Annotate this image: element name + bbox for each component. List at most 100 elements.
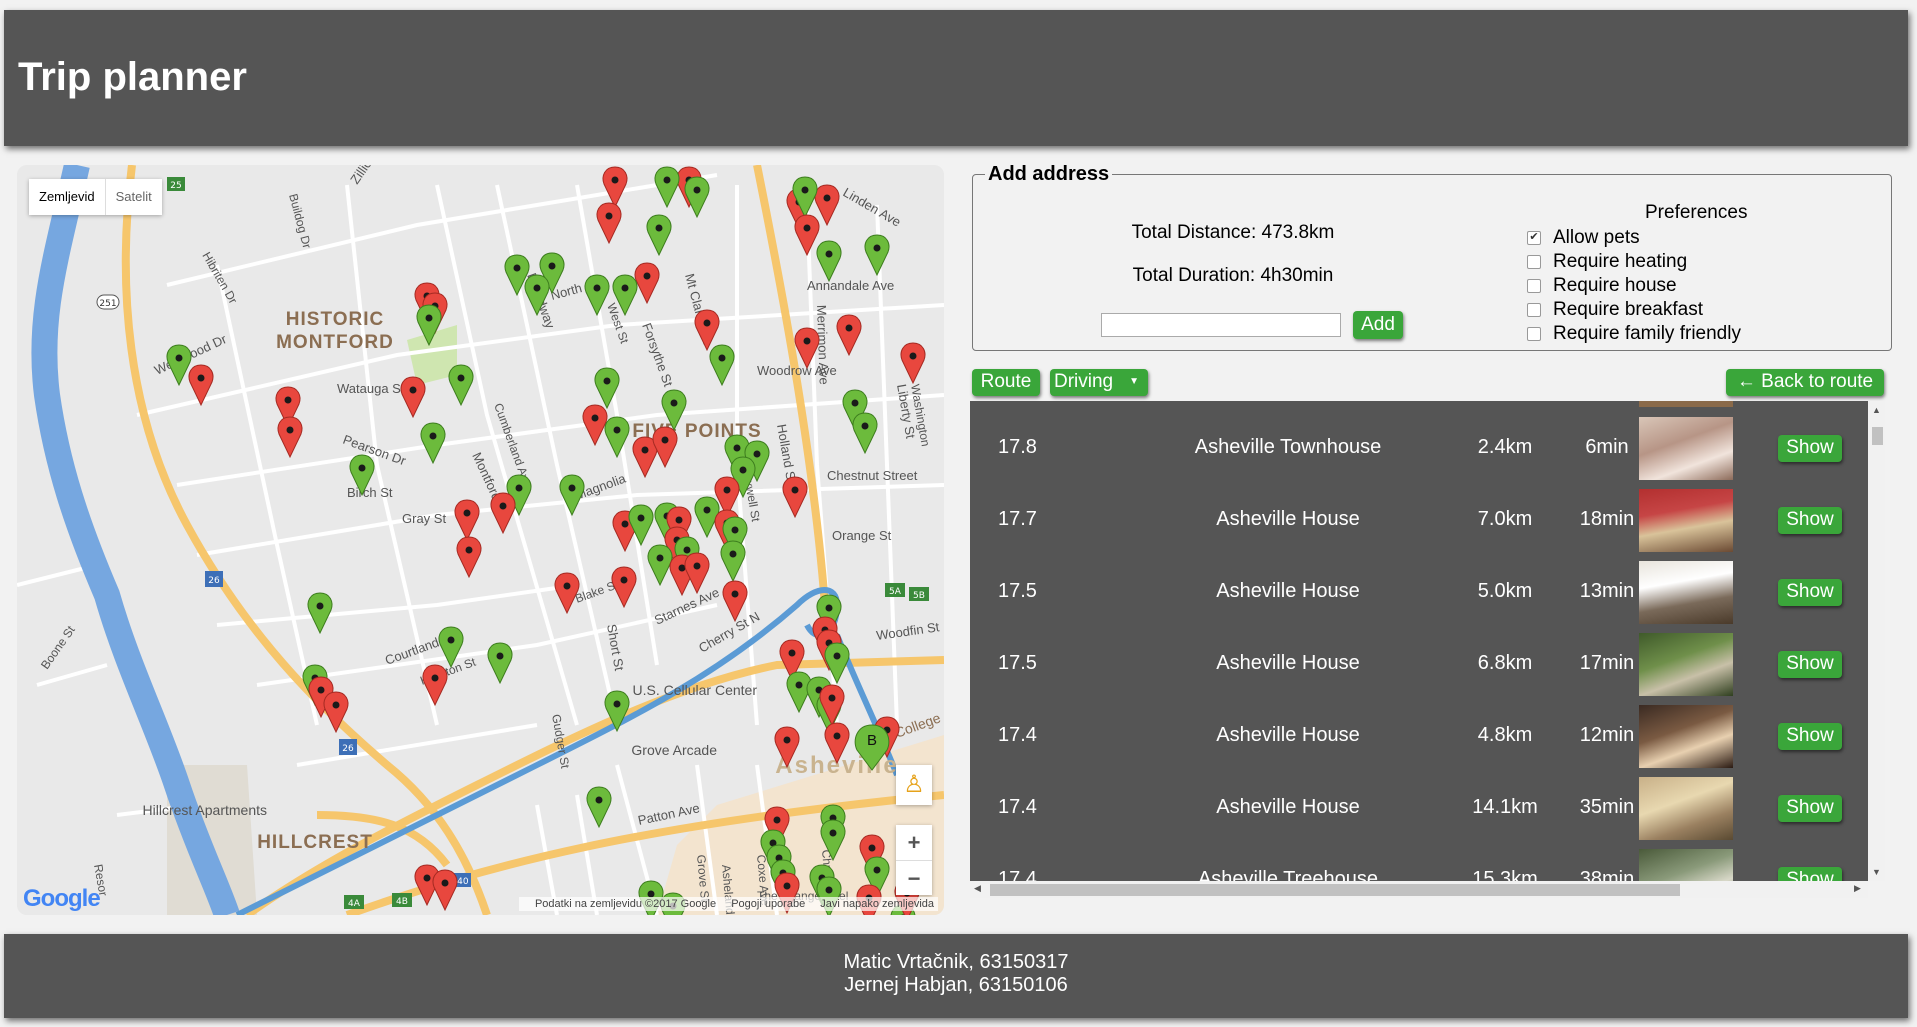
svg-text:Grove Arcade: Grove Arcade	[631, 742, 717, 758]
scroll-up-icon[interactable]: ▲	[1872, 405, 1881, 415]
svg-text:5B: 5B	[913, 591, 925, 601]
checkbox[interactable]	[1527, 279, 1541, 293]
scrollbar-thumb[interactable]	[990, 884, 1680, 896]
map[interactable]: 251 26 26 240 25 5A 5B 4A 4B HISTORIC MO…	[17, 165, 944, 915]
svg-text:Orange St: Orange St	[832, 528, 892, 543]
results-horizontal-scrollbar[interactable]: ◀ ▶	[970, 881, 1868, 898]
results-vertical-scrollbar[interactable]: ▲ ▼	[1868, 401, 1885, 881]
result-score: 17.7	[998, 508, 1037, 530]
scroll-down-icon[interactable]: ▼	[1872, 867, 1881, 877]
result-thumbnail	[1639, 849, 1733, 881]
report-error-link[interactable]: Javi napako zemljevida	[820, 898, 934, 910]
result-score: 17.4	[998, 724, 1037, 746]
result-name: Asheville House	[1216, 796, 1360, 818]
svg-text:MONTFORD: MONTFORD	[276, 332, 394, 353]
map-type-map[interactable]: Zemljevid	[29, 179, 106, 215]
result-row: 17.5 Asheville House 6.8km 17min Show	[970, 627, 1868, 699]
google-logo: Google	[23, 885, 101, 912]
pref-require-heating[interactable]: Require heating	[1525, 250, 1875, 274]
svg-text:4B: 4B	[396, 897, 408, 907]
pref-require-house[interactable]: Require house	[1525, 274, 1875, 298]
result-thumbnail	[1639, 561, 1733, 624]
result-name: Asheville House	[1216, 724, 1360, 746]
svg-text:Chestnut Street: Chestnut Street	[827, 468, 918, 483]
page-footer: Matic Vrtačnik, 63150317 Jernej Habjan, …	[4, 934, 1908, 1018]
map-type-satellite[interactable]: Satelit	[106, 179, 162, 215]
scroll-right-icon[interactable]: ▶	[1854, 883, 1861, 894]
result-thumbnail	[1639, 777, 1733, 840]
result-row: 17.7 Asheville House 7.0km 18min Show	[970, 483, 1868, 555]
show-button[interactable]: Show	[1778, 651, 1842, 678]
partial-thumbnail	[1639, 401, 1733, 407]
result-name: Asheville House	[1216, 652, 1360, 674]
checkbox[interactable]	[1527, 303, 1541, 317]
result-thumbnail	[1639, 489, 1733, 552]
route-button[interactable]: Route	[972, 369, 1040, 396]
svg-text:HISTORIC: HISTORIC	[286, 309, 384, 330]
add-address-legend: Add address	[988, 163, 1110, 185]
pref-require-breakfast[interactable]: Require breakfast	[1525, 298, 1875, 322]
address-input[interactable]	[1101, 313, 1341, 337]
back-to-route-button[interactable]: ← Back to route	[1726, 369, 1884, 396]
footer-author-1: Matic Vrtačnik, 63150317	[843, 951, 1069, 973]
preferences-title: Preferences	[1645, 202, 1748, 223]
page-header: Trip planner	[4, 10, 1908, 146]
show-button[interactable]: Show	[1778, 435, 1842, 462]
show-button[interactable]: Show	[1778, 867, 1842, 881]
result-name: Asheville House	[1216, 508, 1360, 530]
add-address-panel: Add address Total Distance: 473.8km Tota…	[972, 163, 1892, 351]
travel-mode-label: Driving	[1054, 371, 1114, 392]
result-score: 17.4	[998, 796, 1037, 818]
show-button[interactable]: Show	[1778, 795, 1842, 822]
map-type-control[interactable]: Zemljevid Satelit	[29, 179, 162, 215]
caret-down-icon: ▼	[1129, 376, 1139, 387]
result-thumbnail	[1639, 705, 1733, 768]
map-attribution: Podatki na zemljevidu ©2017 Google Pogoj…	[518, 897, 938, 911]
svg-text:251: 251	[99, 299, 116, 309]
scroll-left-icon[interactable]: ◀	[974, 883, 981, 894]
zoom-in-button[interactable]: +	[896, 825, 932, 861]
show-button[interactable]: Show	[1778, 579, 1842, 606]
svg-text:26: 26	[208, 576, 220, 586]
result-score: 17.5	[998, 652, 1037, 674]
results-list[interactable]: 17.8 Asheville Townhouse 2.4km 6min Show…	[970, 401, 1868, 881]
show-button[interactable]: Show	[1778, 723, 1842, 750]
pref-allow-pets[interactable]: ✔ Allow pets	[1525, 226, 1875, 250]
preferences: Preferences ✔ Allow pets Require heating …	[1525, 202, 1875, 346]
result-name: Asheville House	[1216, 580, 1360, 602]
show-button[interactable]: Show	[1778, 507, 1842, 534]
result-name: Asheville Treehouse	[1197, 868, 1379, 881]
pref-label: Require family friendly	[1553, 323, 1741, 344]
map-data-attribution: Podatki na zemljevidu ©2017 Google	[534, 898, 717, 910]
result-thumbnail	[1639, 633, 1733, 696]
result-row: 17.5 Asheville House 5.0km 13min Show	[970, 555, 1868, 627]
terms-of-use-link[interactable]: Pogoji uporabe	[731, 898, 805, 910]
checkbox[interactable]: ✔	[1527, 231, 1541, 245]
scrollbar-thumb[interactable]	[1872, 427, 1883, 445]
svg-text:25: 25	[170, 181, 181, 191]
result-score: 17.5	[998, 580, 1037, 602]
svg-text:HILLCREST: HILLCREST	[257, 832, 373, 853]
map-canvas[interactable]: 251 26 26 240 25 5A 5B 4A 4B HISTORIC MO…	[17, 165, 944, 915]
pref-label: Allow pets	[1553, 227, 1640, 248]
pref-require-family-friendly[interactable]: Require family friendly	[1525, 322, 1875, 346]
street-view-pegman-icon[interactable]: ♙	[896, 765, 932, 805]
pref-label: Require house	[1553, 275, 1677, 296]
result-row: 17.4 Asheville House 14.1km 35min Show	[970, 771, 1868, 843]
travel-mode-select[interactable]: Driving ▼	[1050, 369, 1148, 396]
add-button[interactable]: Add	[1353, 311, 1403, 339]
svg-text:Gray St: Gray St	[402, 511, 446, 526]
checkbox[interactable]	[1527, 327, 1541, 341]
checkbox[interactable]	[1527, 255, 1541, 269]
result-score: 17.4	[998, 868, 1037, 881]
pref-label: Require heating	[1553, 251, 1688, 272]
zoom-out-button[interactable]: −	[896, 861, 932, 896]
svg-text:Annandale Ave: Annandale Ave	[807, 278, 894, 293]
total-distance: Total Distance: 473.8km	[1131, 222, 1335, 243]
svg-text:Watauga St: Watauga St	[337, 381, 405, 396]
svg-text:4A: 4A	[348, 899, 361, 909]
result-thumbnail	[1639, 417, 1733, 480]
svg-text:B: B	[867, 732, 877, 749]
zoom-control[interactable]: + −	[896, 825, 932, 895]
result-row: 17.4 Asheville Treehouse 15.3km 38min Sh…	[970, 843, 1868, 881]
